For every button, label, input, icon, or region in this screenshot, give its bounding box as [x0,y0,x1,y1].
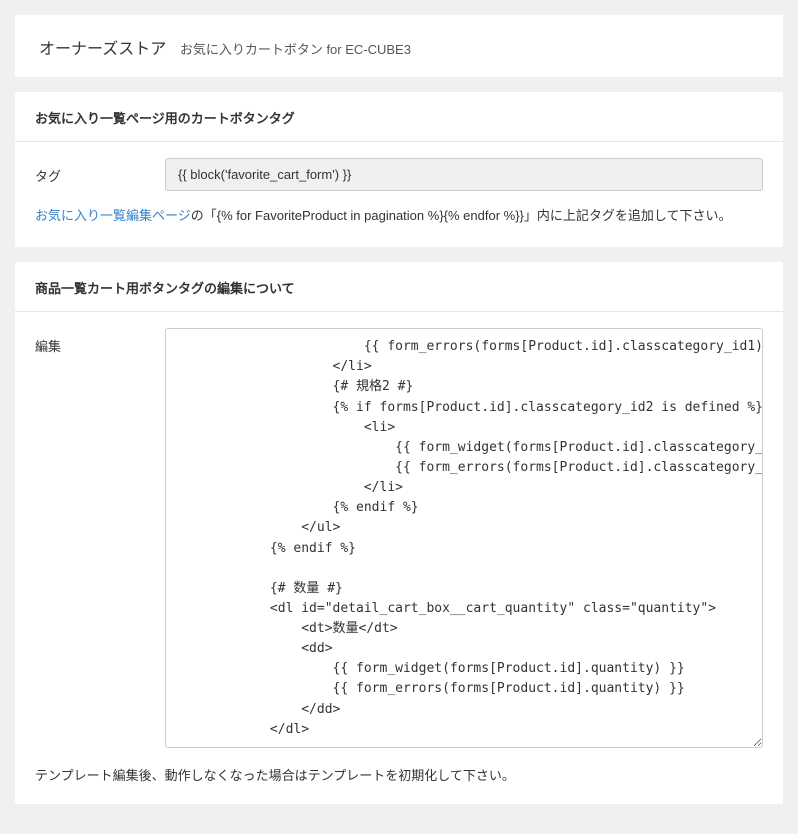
edit-control-wrap [165,328,763,751]
form-row-edit: 編集 [35,328,763,751]
panel-edit-template: 商品一覧カート用ボタンタグの編集について 編集 テンプレート編集後、動作しなくな… [15,262,783,804]
tag-input[interactable] [165,158,763,191]
panel-heading-edit: 商品一覧カート用ボタンタグの編集について [15,262,783,312]
help-text: お気に入り一覧編集ページの「{% for FavoriteProduct in … [35,205,763,227]
tag-label: タグ [35,158,165,185]
page-header: オーナーズストア お気に入りカートボタン for EC-CUBE3 [15,15,783,77]
panel-body-edit: 編集 テンプレート編集後、動作しなくなった場合はテンプレートを初期化して下さい。 [15,312,783,804]
panel-heading-favorite: お気に入り一覧ページ用のカートボタンタグ [15,92,783,142]
favorite-edit-page-link[interactable]: お気に入り一覧編集ページ [35,208,191,223]
tag-control-wrap [165,158,763,191]
template-code-textarea[interactable] [165,328,763,748]
page-subtitle: お気に入りカートボタン for EC-CUBE3 [180,42,411,57]
template-note: テンプレート編集後、動作しなくなった場合はテンプレートを初期化して下さい。 [35,765,763,784]
panel-body-favorite: タグ お気に入り一覧編集ページの「{% for FavoriteProduct … [15,142,783,247]
help-text-after: の「{% for FavoriteProduct in pagination %… [191,208,732,223]
edit-label: 編集 [35,328,165,355]
panel-favorite-tag: お気に入り一覧ページ用のカートボタンタグ タグ お気に入り一覧編集ページの「{%… [15,92,783,247]
form-row-tag: タグ [35,158,763,191]
page-title: オーナーズストア [39,41,166,58]
